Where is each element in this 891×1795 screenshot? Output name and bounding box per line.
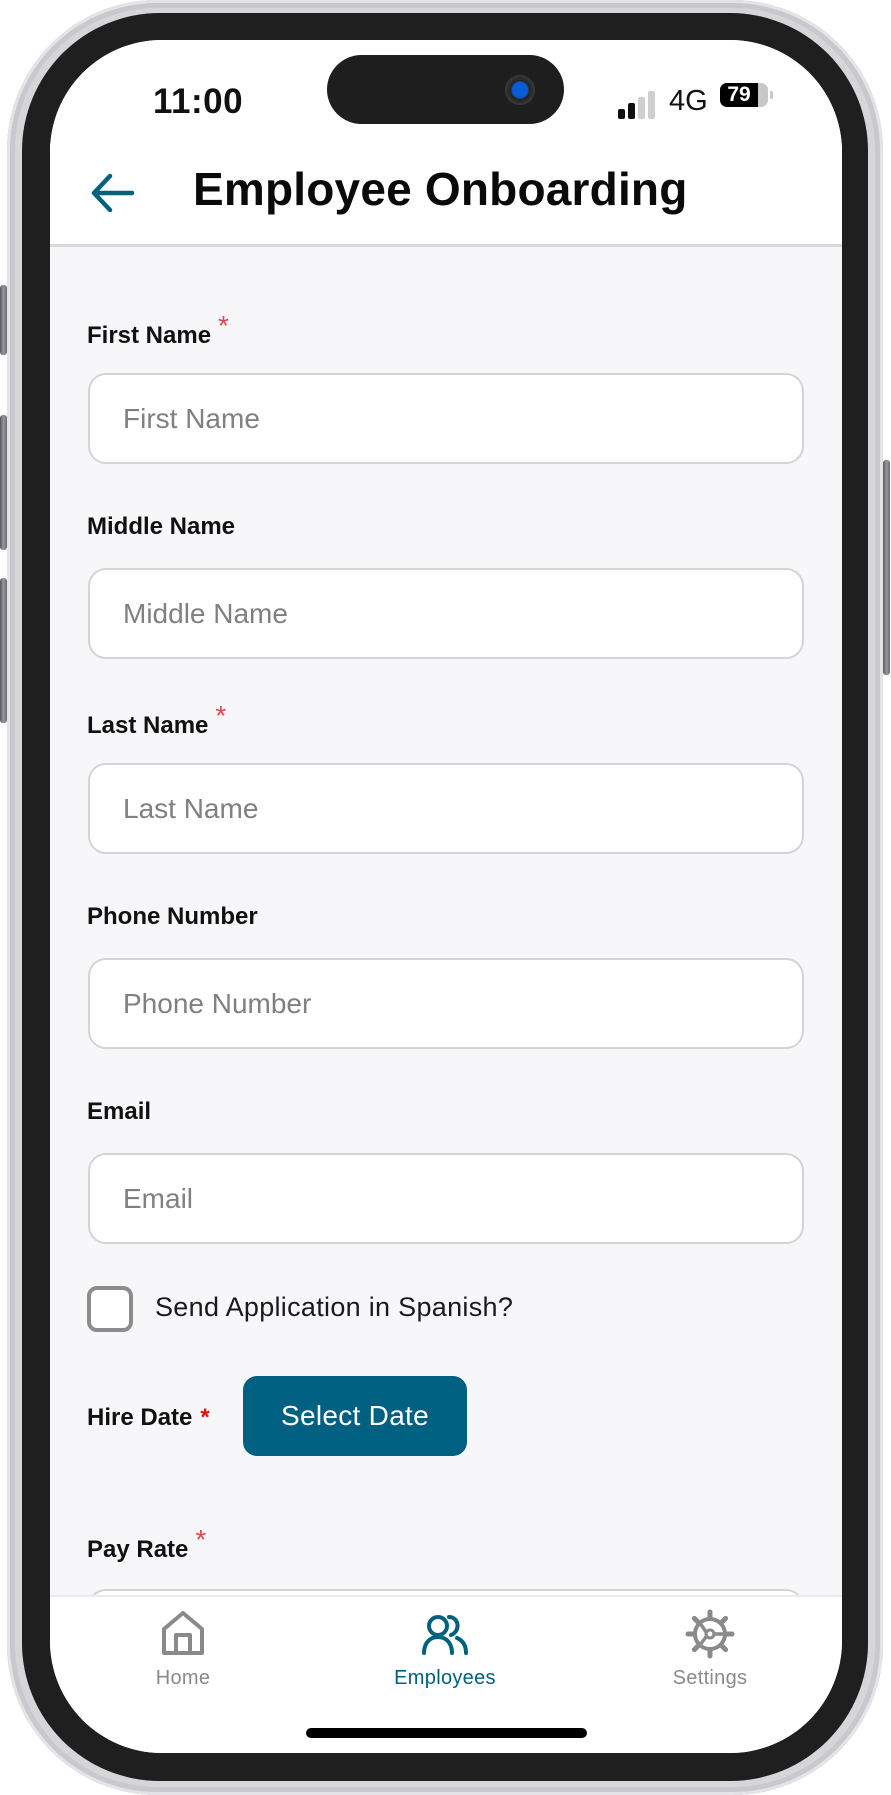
- hire-date-label-text: Hire Date: [87, 1404, 193, 1431]
- last-name-input[interactable]: [88, 763, 804, 854]
- tab-employees-label: Employees: [394, 1667, 496, 1689]
- users-icon: [422, 1615, 468, 1655]
- screen: 11:00 4G 79 Employee Onboarding First Na…: [50, 40, 842, 1753]
- middle-name-input[interactable]: [88, 568, 804, 659]
- signal-bar: [618, 109, 625, 119]
- phone-number-input[interactable]: [88, 958, 804, 1049]
- tab-home[interactable]: Home: [93, 1597, 273, 1707]
- battery-icon: 79: [720, 83, 768, 107]
- select-date-button[interactable]: Select Date: [243, 1376, 467, 1456]
- email-label: Email: [87, 1098, 152, 1125]
- home-icon: [162, 1611, 204, 1655]
- gear-icon: [685, 1609, 735, 1659]
- tab-settings-label: Settings: [672, 1667, 748, 1689]
- volume-up-button: [0, 415, 7, 550]
- tab-home-label: Home: [155, 1667, 211, 1689]
- pay-rate-label: Pay Rate *: [87, 1524, 206, 1564]
- page-title: Employee Onboarding: [193, 163, 688, 215]
- email-input[interactable]: [88, 1153, 804, 1244]
- action-button: [0, 285, 7, 355]
- spanish-checkbox[interactable]: [87, 1286, 133, 1332]
- middle-name-label: Middle Name: [87, 513, 236, 540]
- required-indicator: *: [195, 1524, 207, 1555]
- signal-bar: [648, 91, 655, 119]
- battery-percent: 79: [727, 83, 751, 106]
- tab-settings[interactable]: Settings: [620, 1597, 800, 1707]
- battery-cap: [770, 91, 773, 99]
- last-name-label: Last Name *: [87, 700, 226, 740]
- app-header: Employee Onboarding: [50, 140, 842, 247]
- volume-down-button: [0, 578, 7, 723]
- dynamic-island: [327, 55, 564, 124]
- required-indicator: *: [218, 310, 229, 341]
- required-indicator: *: [215, 700, 227, 731]
- hire-date-label: Hire Date *: [87, 1404, 210, 1432]
- tab-employees[interactable]: Employees: [355, 1597, 535, 1707]
- arrow-left-icon: [91, 173, 135, 213]
- network-type: 4G: [669, 85, 708, 117]
- phone-number-label: Phone Number: [87, 903, 258, 930]
- signal-icon: [618, 91, 658, 119]
- signal-bar: [638, 97, 645, 119]
- back-button[interactable]: [88, 168, 138, 218]
- required-indicator: *: [200, 1404, 210, 1431]
- pay-rate-label-text: Pay Rate: [87, 1536, 189, 1563]
- last-name-label-text: Last Name: [87, 712, 209, 739]
- home-indicator[interactable]: [306, 1728, 587, 1738]
- spanish-checkbox-label[interactable]: Send Application in Spanish?: [155, 1292, 513, 1323]
- signal-bar: [628, 103, 635, 119]
- first-name-input[interactable]: [88, 373, 804, 464]
- status-time: 11:00: [153, 82, 244, 121]
- power-button: [883, 460, 890, 675]
- first-name-label: First Name *: [87, 310, 229, 350]
- camera-icon: [505, 75, 535, 105]
- first-name-label-text: First Name: [87, 322, 212, 349]
